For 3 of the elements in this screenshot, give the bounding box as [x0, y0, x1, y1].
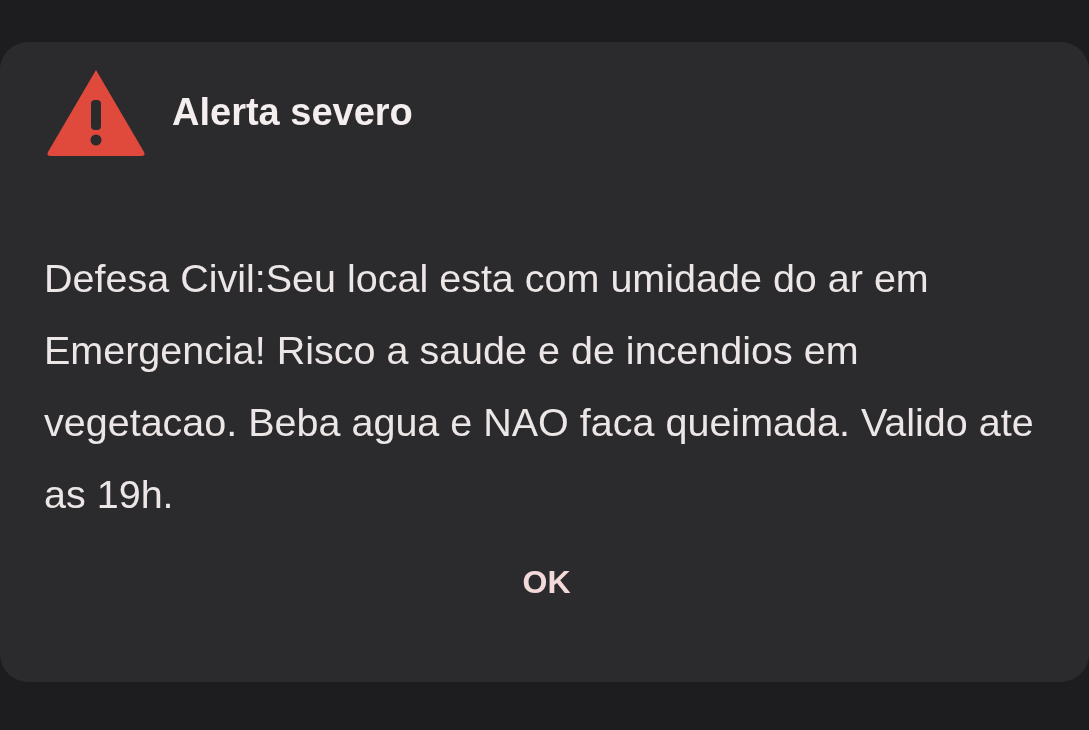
ok-button[interactable]: OK [510, 554, 583, 610]
dialog-title: Alerta severo [172, 89, 413, 135]
alert-message: Defesa Civil:Seu local esta com umidade do ar em Emergencia! Risco a saude e de incendios em vegetacao. Beba agua e NAO faca queimada. Valido ate as 19h. [44, 255, 1035, 518]
